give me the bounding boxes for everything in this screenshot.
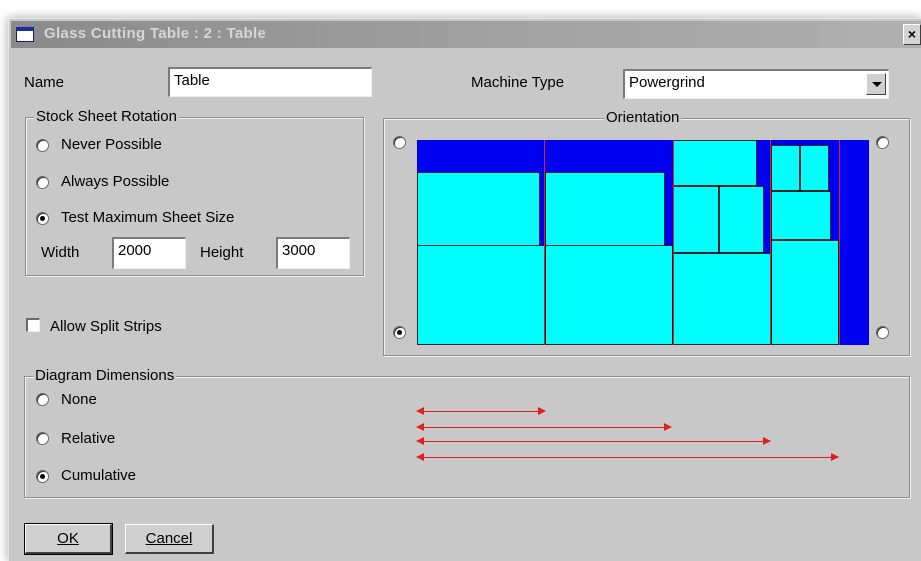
- cut-line: [770, 140, 771, 345]
- machine-type-select[interactable]: Powergrind: [623, 69, 889, 99]
- window-title: Glass Cutting Table : 2 : Table: [44, 25, 267, 42]
- orientation-title: Orientation: [604, 109, 682, 126]
- ok-button-label: OK: [57, 530, 79, 547]
- cut-line: [544, 140, 545, 345]
- orientation-bottom-left-radio[interactable]: [393, 326, 406, 339]
- orientation-top-left-radio[interactable]: [393, 136, 406, 149]
- width-label: Width: [41, 244, 80, 261]
- glass-piece: [545, 172, 665, 246]
- dimensions-none-label: None: [61, 391, 97, 408]
- machine-type-label: Machine Type: [471, 74, 565, 91]
- cutting-layout-diagram: [417, 140, 869, 345]
- orientation-top-right-radio[interactable]: [876, 136, 889, 149]
- close-button[interactable]: ×: [903, 24, 921, 45]
- orientation-bottom-right-radio[interactable]: [876, 326, 889, 339]
- dimensions-none-radio[interactable]: [36, 393, 49, 406]
- height-input[interactable]: 3000: [276, 237, 350, 269]
- dimensions-cumulative-label: Cumulative: [61, 467, 137, 484]
- allow-split-strips-label: Allow Split Strips: [50, 318, 162, 335]
- test-maximum-sheet-size-label: Test Maximum Sheet Size: [61, 209, 235, 226]
- stock-sheet-rotation-title: Stock Sheet Rotation: [34, 108, 179, 125]
- dimension-arrow: [416, 453, 839, 461]
- height-label: Height: [200, 244, 244, 261]
- chevron-down-icon[interactable]: [866, 73, 886, 95]
- never-possible-radio[interactable]: [36, 139, 49, 152]
- ok-button[interactable]: OK: [24, 523, 113, 555]
- glass-piece: [673, 253, 771, 345]
- always-possible-radio[interactable]: [36, 176, 49, 189]
- dimension-arrow: [416, 423, 672, 431]
- glass-piece: [719, 186, 764, 253]
- dimension-arrow: [416, 437, 771, 445]
- test-maximum-sheet-size-radio[interactable]: [36, 212, 49, 225]
- dimensions-relative-radio[interactable]: [36, 432, 49, 445]
- allow-split-strips-checkbox[interactable]: [26, 318, 40, 332]
- cancel-button[interactable]: Cancel: [125, 524, 214, 554]
- cut-line: [673, 140, 674, 345]
- glass-piece: [771, 145, 800, 191]
- name-input[interactable]: Table: [168, 67, 372, 97]
- dimensions-relative-label: Relative: [61, 430, 116, 447]
- glass-piece: [673, 186, 719, 253]
- diagram-dimensions-title: Diagram Dimensions: [33, 367, 177, 384]
- diagram-dimensions-group: Diagram Dimensions: [24, 367, 910, 498]
- glass-piece: [673, 140, 757, 186]
- glass-piece: [545, 245, 673, 345]
- cut-line: [839, 140, 840, 345]
- glass-piece: [417, 245, 545, 345]
- glass-piece: [417, 172, 540, 246]
- dimensions-cumulative-radio[interactable]: [36, 470, 49, 483]
- glass-piece: [771, 191, 831, 240]
- always-possible-label: Always Possible: [61, 173, 170, 190]
- glass-piece: [771, 240, 839, 345]
- cancel-button-label: Cancel: [145, 530, 193, 547]
- window-icon: [16, 27, 34, 42]
- never-possible-label: Never Possible: [61, 136, 162, 153]
- name-label: Name: [24, 74, 65, 91]
- dimension-arrow: [416, 407, 546, 415]
- machine-type-value: Powergrind: [629, 74, 705, 91]
- width-input[interactable]: 2000: [112, 237, 186, 269]
- title-bar[interactable]: Glass Cutting Table : 2 : Table ×: [11, 21, 921, 48]
- glass-piece: [800, 145, 829, 191]
